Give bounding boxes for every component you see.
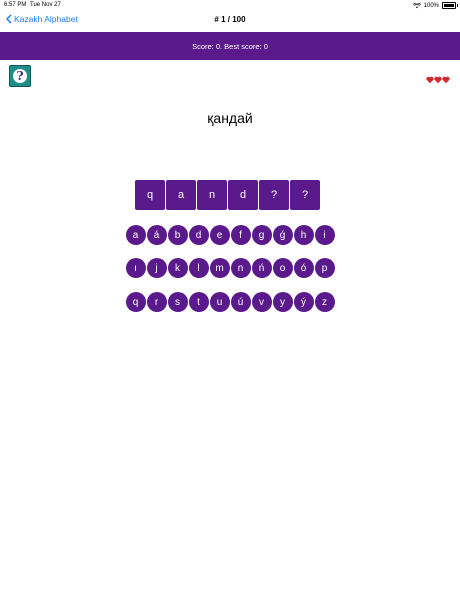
status-bar: 6:57 PM Tue Nov 27 100%	[0, 0, 460, 10]
letter-key[interactable]: f	[230, 225, 251, 245]
target-word: қандай	[207, 110, 253, 126]
answer-slot[interactable]: q	[135, 180, 165, 210]
letter-key[interactable]: ń	[251, 258, 272, 278]
letter-key[interactable]: ı	[125, 258, 146, 278]
letter-key[interactable]: q	[125, 292, 146, 312]
score-banner: Score: 0. Best score: 0	[0, 32, 460, 60]
letter-key[interactable]: r	[146, 292, 167, 312]
heart-icon	[434, 76, 442, 84]
letter-key[interactable]: á	[146, 225, 167, 245]
letter-key[interactable]: g	[251, 225, 272, 245]
wifi-icon	[412, 2, 421, 8]
keyboard-row-2: ıjklmnńoóp	[0, 258, 460, 278]
letter-key[interactable]: k	[167, 258, 188, 278]
letter-key[interactable]: a	[125, 225, 146, 245]
status-time: 6:57 PM	[4, 2, 27, 8]
letter-key[interactable]: h	[293, 225, 314, 245]
heart-icon	[442, 76, 450, 84]
question-mark-icon: ?	[13, 69, 27, 83]
battery-percent: 100%	[423, 2, 439, 9]
letter-key[interactable]: i	[314, 225, 335, 245]
letter-key[interactable]: d	[188, 225, 209, 245]
letter-key[interactable]: u	[209, 292, 230, 312]
answer-slot[interactable]: n	[197, 180, 227, 210]
score-text: Score: 0. Best score: 0	[192, 41, 268, 51]
answer-slot[interactable]: a	[166, 180, 196, 210]
heart-icon	[426, 76, 434, 84]
help-button[interactable]: ?	[9, 65, 31, 87]
lives-indicator	[426, 76, 450, 84]
letter-key[interactable]: o	[272, 258, 293, 278]
navigation-bar: Kazakh Alphabet # 1 / 100	[0, 10, 460, 32]
answer-slot[interactable]: ?	[259, 180, 289, 210]
letter-key[interactable]: y	[272, 292, 293, 312]
letter-key[interactable]: v	[251, 292, 272, 312]
keyboard-row-3: qrstuúvyýz	[0, 292, 460, 312]
letter-key[interactable]: ó	[293, 258, 314, 278]
letter-key[interactable]: e	[209, 225, 230, 245]
letter-key[interactable]: ǵ	[272, 225, 293, 245]
letter-key[interactable]: p	[314, 258, 335, 278]
letter-key[interactable]: m	[209, 258, 230, 278]
letter-key[interactable]: l	[188, 258, 209, 278]
keyboard-row-1: aábdefgǵhi	[0, 225, 460, 245]
answer-slot[interactable]: d	[228, 180, 258, 210]
letter-key[interactable]: ý	[293, 292, 314, 312]
battery-icon	[442, 2, 458, 9]
letter-key[interactable]: b	[167, 225, 188, 245]
letter-key[interactable]: ú	[230, 292, 251, 312]
status-date: Tue Nov 27	[30, 2, 61, 8]
letter-key[interactable]: z	[314, 292, 335, 312]
answer-slot[interactable]: ?	[290, 180, 320, 210]
letter-key[interactable]: j	[146, 258, 167, 278]
answer-row: q a n d??	[135, 180, 320, 210]
letter-key[interactable]: t	[188, 292, 209, 312]
letter-key[interactable]: n	[230, 258, 251, 278]
page-title: # 1 / 100	[214, 15, 246, 24]
status-right: 100%	[412, 2, 458, 9]
letter-key[interactable]: s	[167, 292, 188, 312]
